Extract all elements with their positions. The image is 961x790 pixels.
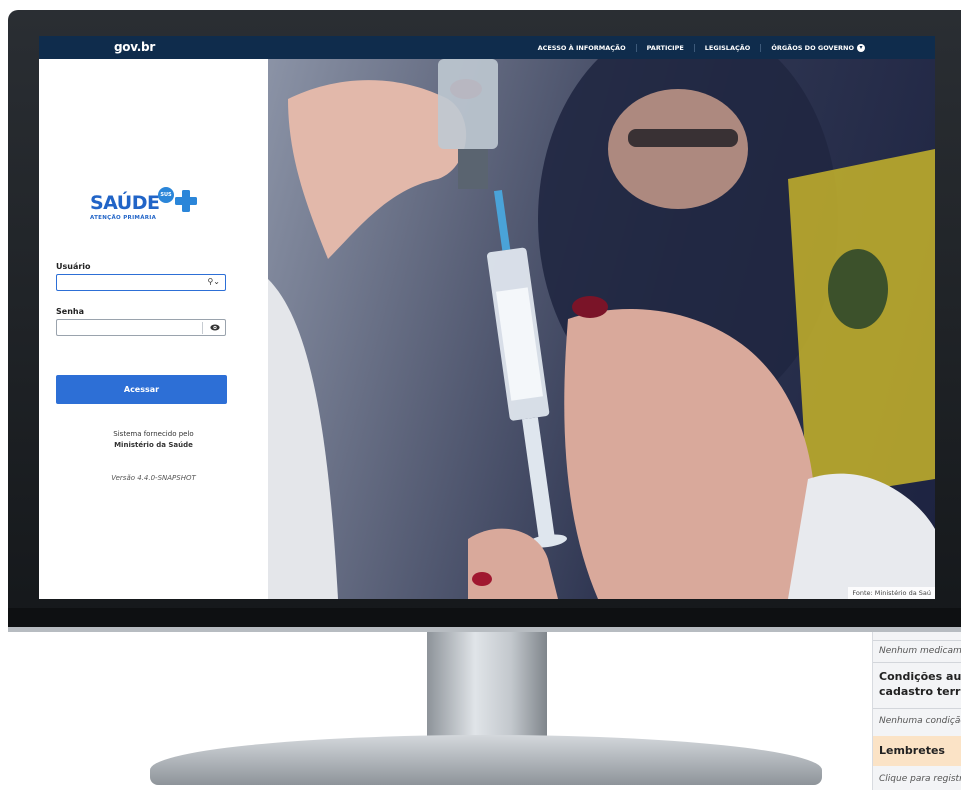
logo-title: SAÚDE <box>90 192 160 214</box>
background-page: Nenhum medicame Condições aut cadastro t… <box>872 612 961 790</box>
saude-logo: SAÚDE SUS ATENÇÃO PRIMÁRIA <box>90 187 200 232</box>
divider <box>873 640 961 641</box>
key-dropdown-icon[interactable]: ⚲⌄ <box>207 277 220 286</box>
link-participe[interactable]: PARTICIPE <box>635 43 694 52</box>
hero-photo: Fonte: Ministério da Saú <box>268 59 935 599</box>
username-label: Usuário <box>56 262 91 271</box>
photo-caption: Fonte: Ministério da Saú <box>848 587 935 599</box>
username-input[interactable] <box>57 280 205 295</box>
gov-links: ACESSO À INFORMAÇÃO PARTICIPE LEGISLAÇÃO… <box>528 36 875 59</box>
bg-row: Nenhum medicame <box>879 646 961 656</box>
link-legislacao[interactable]: LEGISLAÇÃO <box>693 43 761 52</box>
reminders-heading: Lembretes <box>879 744 945 757</box>
gov-logo[interactable]: gov.br <box>114 40 155 54</box>
chevron-down-icon: ▾ <box>857 43 865 52</box>
ministry-name: Ministério da Saúde <box>114 441 193 449</box>
username-field[interactable]: ⚲⌄ <box>56 274 226 295</box>
monitor-neck <box>427 632 547 742</box>
password-label: Senha <box>56 307 84 316</box>
password-input[interactable] <box>57 325 205 340</box>
link-acesso-informacao[interactable]: ACESSO À INFORMAÇÃO <box>528 44 636 52</box>
cross-icon <box>175 190 197 212</box>
link-orgaos-governo[interactable]: ÓRGÃOS DO GOVERNO ▾ <box>760 43 875 52</box>
bg-heading: cadastro territ <box>879 685 961 698</box>
eye-icon[interactable] <box>210 324 220 331</box>
sus-badge: SUS <box>158 187 174 203</box>
screen: gov.br ACESSO À INFORMAÇÃO PARTICIPE LEG… <box>39 36 935 599</box>
provided-by-text: Sistema fornecido pelo <box>113 430 194 438</box>
divider <box>873 662 961 663</box>
monitor-chin <box>8 608 961 628</box>
divider <box>873 708 961 709</box>
bg-row: Nenhuma condição <box>879 716 961 726</box>
login-panel: SAÚDE SUS ATENÇÃO PRIMÁRIA Usuário ⚲⌄ Se… <box>39 59 268 599</box>
bg-row: Clique para registra <box>879 774 961 784</box>
password-field[interactable] <box>56 319 226 340</box>
gov-bar: gov.br ACESSO À INFORMAÇÃO PARTICIPE LEG… <box>39 36 935 59</box>
version-text: Versão 4.4.0-SNAPSHOT <box>111 474 196 482</box>
divider <box>202 322 203 334</box>
login-button[interactable]: Acessar <box>56 375 227 404</box>
link-orgaos-label: ÓRGÃOS DO GOVERNO <box>771 43 854 52</box>
monitor-base <box>150 735 822 785</box>
logo-subtitle: ATENÇÃO PRIMÁRIA <box>90 215 157 221</box>
bg-heading: Condições aut <box>879 670 961 683</box>
vaccination-photo-icon <box>268 59 935 599</box>
